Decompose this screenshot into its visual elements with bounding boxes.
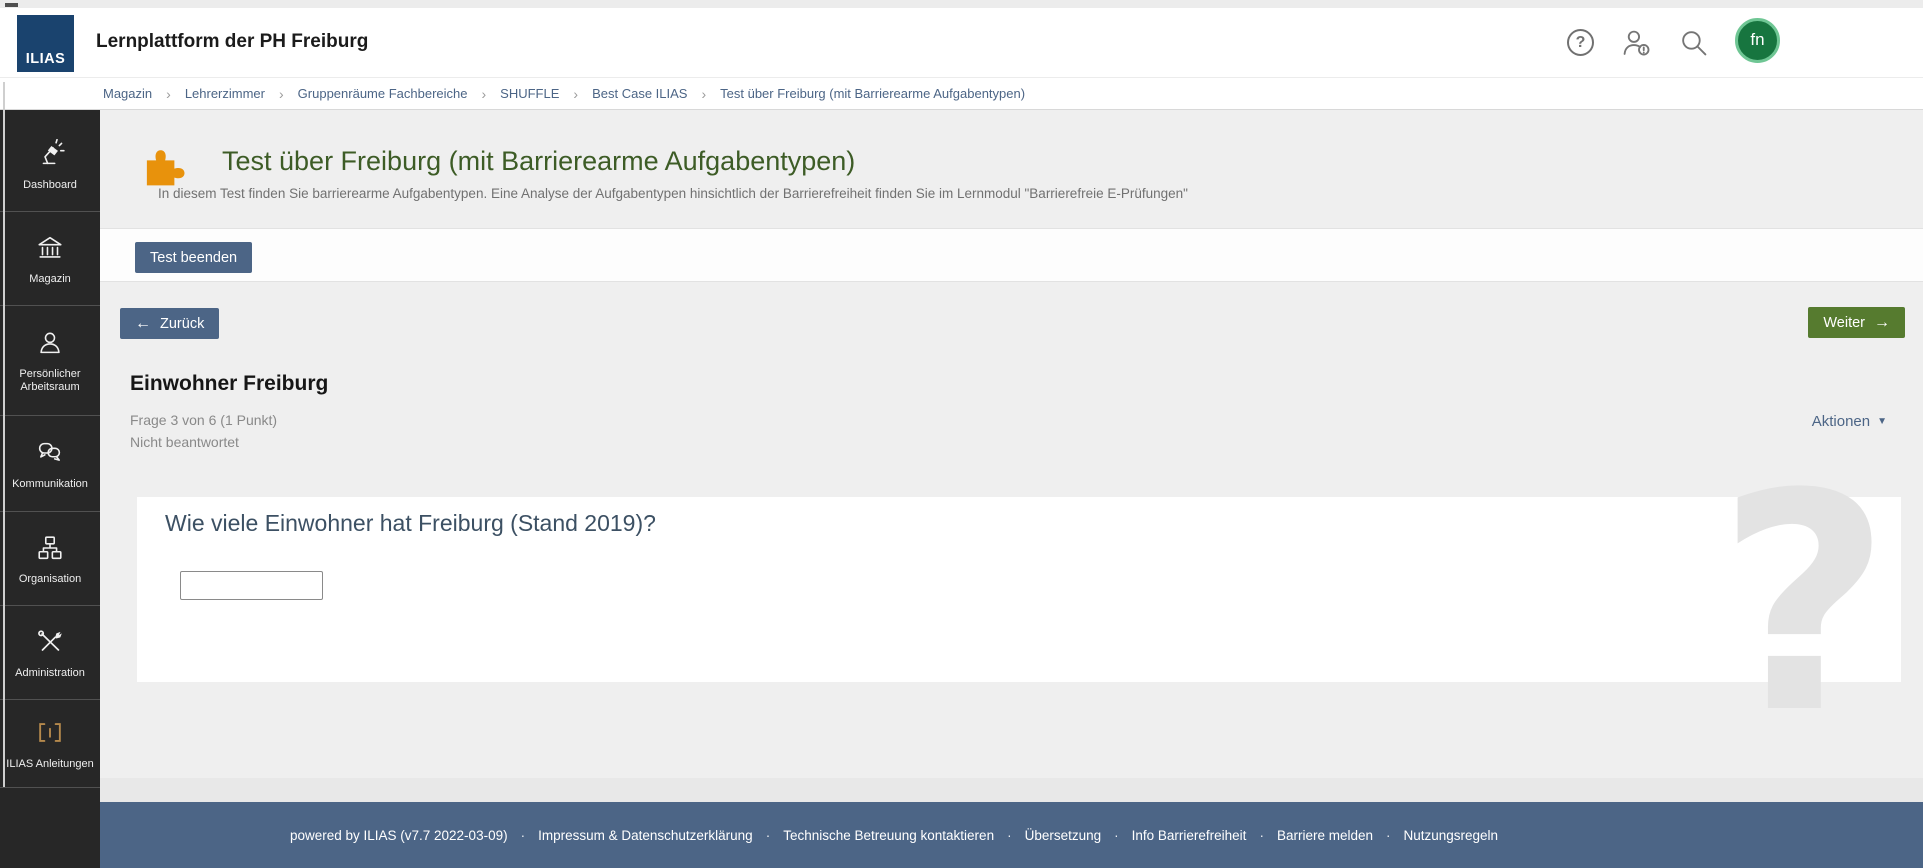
test-toolbar: Test beenden [100,228,1923,282]
sidebar-item-dashboard[interactable]: Dashboard [0,118,100,212]
ilias-logo-label: ILIAS [25,51,66,67]
sidebar-item-magazin[interactable]: Magazin [0,212,100,306]
sidebar-item-kommunikation[interactable]: Kommunikation [0,416,100,512]
question-prompt: Wie viele Einwohner hat Freiburg (Stand … [165,510,656,536]
dashboard-icon [35,138,65,170]
orgchart-icon [35,532,65,564]
repository-icon [35,232,65,264]
answer-input[interactable] [180,571,323,600]
footer-link[interactable]: Barriere melden [1277,828,1373,843]
question-progress: Frage 3 von 6 (1 Punkt) [130,412,278,428]
sidebar-item-label: Magazin [29,272,71,285]
top-header: ILIAS Lernplattform der PH Freiburg ? fn [0,8,1923,77]
breadcrumb-item[interactable]: SHUFFLE [500,86,559,101]
footer-separator: · [1259,827,1264,843]
page-description: In diesem Test finden Sie barrierearme A… [158,186,1188,201]
actions-label: Aktionen [1811,413,1871,430]
test-object-icon [142,146,188,186]
footer: powered by ILIAS (v7.7 2022-03-09) · Impre… [100,802,1923,868]
actions-dropdown[interactable]: Aktionen ▼ [1812,413,1887,430]
question-card: Wie viele Einwohner hat Freiburg (Stand … [137,497,1901,682]
scrollbar-track-artifact [3,82,5,787]
footer-link[interactable]: Info Barrierefreiheit [1132,828,1247,843]
sidebar-item-label: ILIAS Anleitungen [6,757,94,770]
footer-separator: · [1007,827,1012,843]
sidebar-item-arbeitsraum[interactable]: Persönlicher Arbeitsraum [0,306,100,416]
back-label: Zurück [160,315,205,332]
help-icon: ? [1567,29,1594,56]
user-avatar[interactable]: fn [1735,17,1780,63]
back-button[interactable]: ← Zurück [120,308,220,339]
sidebar-item-label: Persönlicher Arbeitsraum [19,368,81,393]
chat-icon [35,437,65,469]
manual-icon [35,717,65,749]
sidebar-item-label: Organisation [18,572,82,585]
breadcrumb-item[interactable]: Best Case ILIAS [592,86,687,101]
search-button[interactable] [1679,28,1708,57]
breadcrumb-separator-icon: › [166,85,171,102]
footer-link[interactable]: Technische Betreuung kontaktieren [783,828,994,843]
sidebar-item-organisation[interactable]: Organisation [0,512,100,606]
next-label: Weiter [1823,314,1865,331]
sidebar-item-label: Administration [15,666,85,679]
question-status: Nicht beantwortet [130,434,239,450]
footer-separator: · [765,827,771,843]
footer-separator: · [520,827,526,843]
chevron-down-icon: ▼ [1877,416,1887,427]
page-title: Test über Freiburg (mit Barrierearme Auf… [222,146,856,176]
sidebar-item-anleitungen[interactable]: ILIAS Anleitungen [0,700,100,788]
footer-link[interactable]: Übersetzung [1025,828,1102,843]
sidebar-item-label: Dashboard [23,178,77,191]
breadcrumb-separator-icon: › [573,85,579,102]
footer-separator: · [1114,827,1119,843]
breadcrumb-separator-icon: › [701,85,707,102]
footer-separator: · [1385,827,1391,843]
powered-by-text: powered by ILIAS (v7.7 2022-03-09) [289,827,508,843]
breadcrumb-separator-icon: › [279,85,284,102]
sidebar-item-administration[interactable]: Administration [0,606,100,700]
help-button[interactable]: ? [1567,29,1594,56]
breadcrumb-separator-icon: › [481,85,487,102]
scrollbar-artifact [5,3,18,7]
footer-link[interactable]: Nutzungsregeln [1403,828,1498,843]
online-users-button[interactable] [1621,28,1652,57]
breadcrumb-item[interactable]: Magazin [103,86,152,101]
content-bottom-strip [100,778,1923,802]
arrow-left-icon: ← [135,314,151,332]
sidebar-filler [0,788,100,868]
app-title: Lernplattform der PH Freiburg [96,31,369,52]
footer-link[interactable]: Impressum & Datenschutzerklärung [538,828,753,843]
breadcrumb-item[interactable]: Lehrerzimmer [185,86,265,101]
breadcrumb-item[interactable]: Test über Freiburg (mit Barrierearme Auf… [720,86,1025,101]
ilias-logo[interactable]: ILIAS [17,15,74,72]
user-icon [35,327,65,359]
topbar-icons: ? fn [1567,8,1780,77]
breadcrumb: Magazin › Lehrerzimmer › Gruppenräume Fachbe… [0,77,1923,110]
sidebar: Dashboard Magazin Persönlicher Arbeitsraum… [0,110,100,868]
breadcrumb-item[interactable]: Gruppenräume Fachbereiche [298,86,468,101]
question-title: Einwohner Freiburg [130,372,329,395]
main-content: Test über Freiburg (mit Barrierearme Auf… [100,110,1923,868]
user-status-icon [1621,28,1652,57]
next-button[interactable]: Weiter → [1808,307,1905,338]
tools-icon [35,626,65,658]
sidebar-item-label: Kommunikation [12,477,88,490]
finish-test-button[interactable]: Test beenden [135,242,253,273]
finish-test-label: Test beenden [150,249,238,266]
arrow-right-icon: → [1874,313,1890,331]
search-icon [1679,28,1708,57]
